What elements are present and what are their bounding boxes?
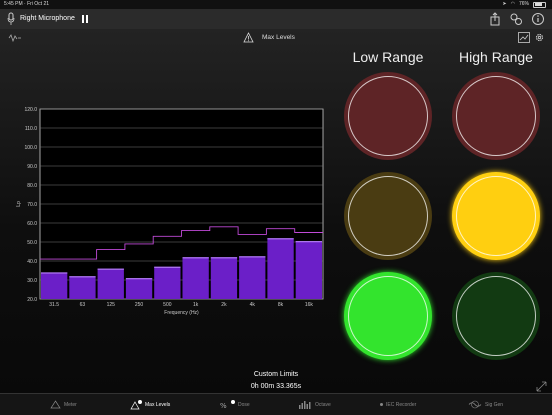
tab-bar: Meter Max Levels % Dose Octave IEC Recor… <box>0 393 552 415</box>
tab-sig-gen[interactable]: Sig Gen <box>468 394 503 415</box>
signal-generator-icon <box>468 400 482 409</box>
elapsed-time: 0h 00m 33.365s <box>250 383 302 390</box>
bar <box>239 256 266 299</box>
y-tick-label: 70.0 <box>27 202 37 208</box>
y-tick-label: 120.0 <box>24 107 37 113</box>
tab-label: IEC Recorder <box>386 401 417 408</box>
share-icon[interactable] <box>488 12 502 26</box>
bar <box>295 241 322 299</box>
bar-cap <box>182 257 209 259</box>
y-tick-label: 80.0 <box>27 183 37 189</box>
x-tick-label: 500 <box>163 302 172 308</box>
bar-cap <box>69 276 96 278</box>
bar-cap <box>210 257 238 259</box>
mode-label: Max Levels <box>262 34 295 41</box>
main-panel: Max Levels Low Range High Range 20.0 30.0… <box>0 29 552 393</box>
graph-view-icon[interactable] <box>518 32 530 43</box>
status-time-date: 5:45 PM · Fri Oct 21 <box>4 1 50 7</box>
high-range-yellow-light <box>452 172 540 260</box>
high-range-green-light <box>452 272 540 360</box>
bar-cap <box>239 256 266 258</box>
nav-title[interactable]: Right Microphone <box>20 9 75 29</box>
tab-meter[interactable]: Meter <box>50 394 77 415</box>
y-tick-label: 60.0 <box>27 221 37 227</box>
expand-icon[interactable] <box>536 381 547 392</box>
octave-icon <box>299 401 311 409</box>
octave-band-chart: 20.0 30.0 40.0 50.0 60.0 70.0 80.0 90.0 100.0 110… <box>16 107 324 316</box>
custom-limits-label: Custom Limits <box>253 371 299 378</box>
tab-label: Meter <box>64 401 77 408</box>
y-tick-label: 100.0 <box>24 145 37 151</box>
x-tick-label: 1k <box>193 302 199 308</box>
warning-icon <box>243 32 254 43</box>
location-icon: ➤ <box>502 1 507 7</box>
bar <box>69 276 96 299</box>
high-range-heading: High Range <box>459 49 533 65</box>
y-axis-label: Lp <box>16 201 22 207</box>
y-tick-label: 40.0 <box>27 259 37 265</box>
bar <box>210 257 238 299</box>
y-tick-label: 20.0 <box>27 297 37 303</box>
low-range-green-light <box>344 272 432 360</box>
bar-cap <box>125 278 153 280</box>
bar <box>267 238 294 299</box>
microphone-icon[interactable] <box>7 12 15 26</box>
status-bar: 5:45 PM · Fri Oct 21 ➤ ◠ 76% <box>0 0 552 9</box>
x-tick-label: 4k <box>250 302 256 308</box>
bar-cap <box>41 272 68 274</box>
nav-bar: Right Microphone <box>0 9 552 29</box>
bar-cap <box>267 238 294 240</box>
bar <box>41 272 68 299</box>
x-tick-label: 31.5 <box>49 302 59 308</box>
tab-octave[interactable]: Octave <box>298 394 331 415</box>
tab-dose[interactable]: % Dose <box>220 394 250 415</box>
y-tick-label: 110.0 <box>25 126 37 132</box>
x-axis-label: Frequency (Hz) <box>164 310 199 316</box>
bar-cap <box>154 266 181 268</box>
bar <box>125 278 153 299</box>
waveform-settings-icon[interactable] <box>8 33 22 43</box>
tab-max-levels[interactable]: Max Levels <box>130 394 170 415</box>
wifi-icon: ◠ <box>510 1 515 7</box>
low-range-red-light <box>344 72 432 160</box>
bar <box>97 268 124 299</box>
x-tick-label: 63 <box>80 302 86 308</box>
low-range-heading: Low Range <box>352 49 424 65</box>
svg-text:%: % <box>220 402 227 410</box>
record-dot-icon <box>380 403 383 406</box>
bar-cap <box>295 241 322 243</box>
tab-iec-recorder[interactable]: IEC Recorder <box>380 394 416 415</box>
battery-percent: 76% <box>518 1 529 7</box>
x-tick-label: 16k <box>305 302 314 308</box>
bar <box>154 266 181 299</box>
meter-icon <box>50 400 61 409</box>
battery-icon <box>533 1 546 8</box>
sub-toolbar: Max Levels <box>0 29 552 47</box>
tab-label: Max Levels <box>145 401 171 408</box>
bar <box>182 257 209 299</box>
x-tick-label: 250 <box>135 302 144 308</box>
max-levels-icon <box>130 399 142 409</box>
low-range-yellow-light <box>344 172 432 260</box>
settings-gears-icon[interactable] <box>509 12 523 26</box>
gear-icon[interactable] <box>534 32 545 43</box>
tab-label: Dose <box>238 401 250 408</box>
pause-button[interactable] <box>82 15 88 23</box>
dose-icon: % <box>220 399 235 410</box>
tab-label: Octave <box>315 401 331 408</box>
y-tick-label: 50.0 <box>27 240 37 246</box>
bar-cap <box>97 268 124 270</box>
high-range-red-light <box>452 72 540 160</box>
info-icon[interactable] <box>531 12 545 26</box>
x-tick-label: 125 <box>107 302 116 308</box>
x-tick-label: 8k <box>278 302 284 308</box>
y-tick-label: 30.0 <box>27 278 37 284</box>
tab-label: Sig Gen <box>485 401 504 408</box>
y-tick-label: 90.0 <box>27 164 37 170</box>
x-tick-label: 2k <box>221 302 227 308</box>
